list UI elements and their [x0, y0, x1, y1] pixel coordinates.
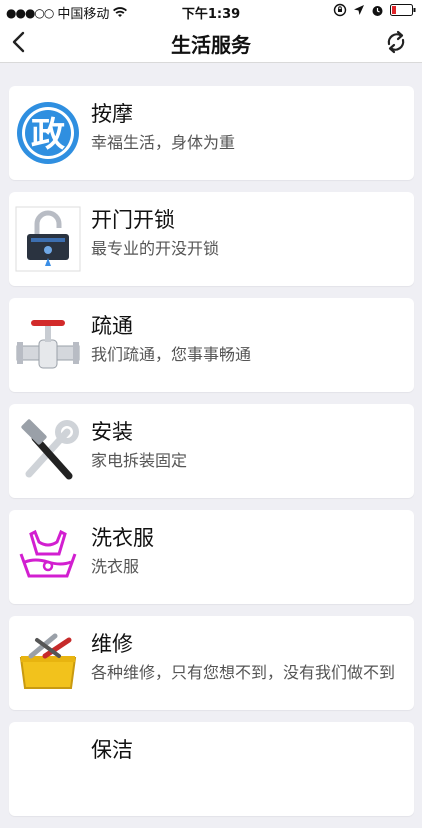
service-card-cleaning[interactable]: 保洁: [9, 722, 414, 816]
government-zheng-icon: 政: [15, 100, 81, 166]
service-card-laundry[interactable]: 洗衣服 洗衣服: [9, 510, 414, 604]
service-card-dredge[interactable]: 疏通 我们疏通，您事事畅通: [9, 298, 414, 392]
laundry-icon: [15, 524, 81, 590]
hammer-wrench-icon: [15, 418, 81, 484]
service-list: 政 按摩 幸福生活，身体为重 开门开锁 最专业的开没开锁 疏通 我们疏通，您事事…: [9, 86, 414, 828]
service-subtitle: 洗衣服: [91, 557, 140, 576]
page-title: 生活服务: [171, 33, 251, 57]
alarm-icon: [372, 5, 383, 16]
service-title: 疏通: [91, 314, 133, 338]
service-card-unlock[interactable]: 开门开锁 最专业的开没开锁: [9, 192, 414, 286]
rotation-lock-icon: [333, 3, 347, 17]
battery-icon: [390, 4, 416, 16]
service-title: 按摩: [91, 102, 133, 126]
service-card-massage[interactable]: 政 按摩 幸福生活，身体为重: [9, 86, 414, 180]
padlock-icon: [15, 206, 81, 272]
service-card-repair[interactable]: 维修 各种维修，只有您想不到，没有我们做不到: [9, 616, 414, 710]
service-subtitle: 我们疏通，您事事畅通: [91, 345, 252, 364]
refresh-icon[interactable]: [382, 28, 410, 56]
service-card-install[interactable]: 安装 家电拆装固定: [9, 404, 414, 498]
status-right: [333, 3, 416, 17]
service-title: 安装: [91, 420, 133, 444]
service-subtitle: 幸福生活，身体为重: [91, 133, 236, 152]
toolbox-icon: [15, 630, 81, 696]
navigation-bar: 生活服务: [0, 22, 422, 63]
cleaning-icon: [15, 736, 81, 802]
service-subtitle: 家电拆装固定: [91, 451, 188, 470]
service-title: 洗衣服: [91, 526, 154, 550]
location-arrow-icon: [354, 5, 364, 15]
pipe-valve-icon: [15, 312, 81, 378]
service-subtitle: 各种维修，只有您想不到，没有我们做不到: [91, 663, 396, 682]
status-bar: ●●●○○ 中国移动 下午1:39: [0, 0, 422, 22]
service-title: 开门开锁: [91, 208, 175, 232]
service-title: 维修: [91, 632, 133, 656]
service-subtitle: 最专业的开没开锁: [91, 239, 220, 258]
zheng-glyph: 政: [31, 115, 65, 155]
service-title: 保洁: [91, 738, 133, 762]
